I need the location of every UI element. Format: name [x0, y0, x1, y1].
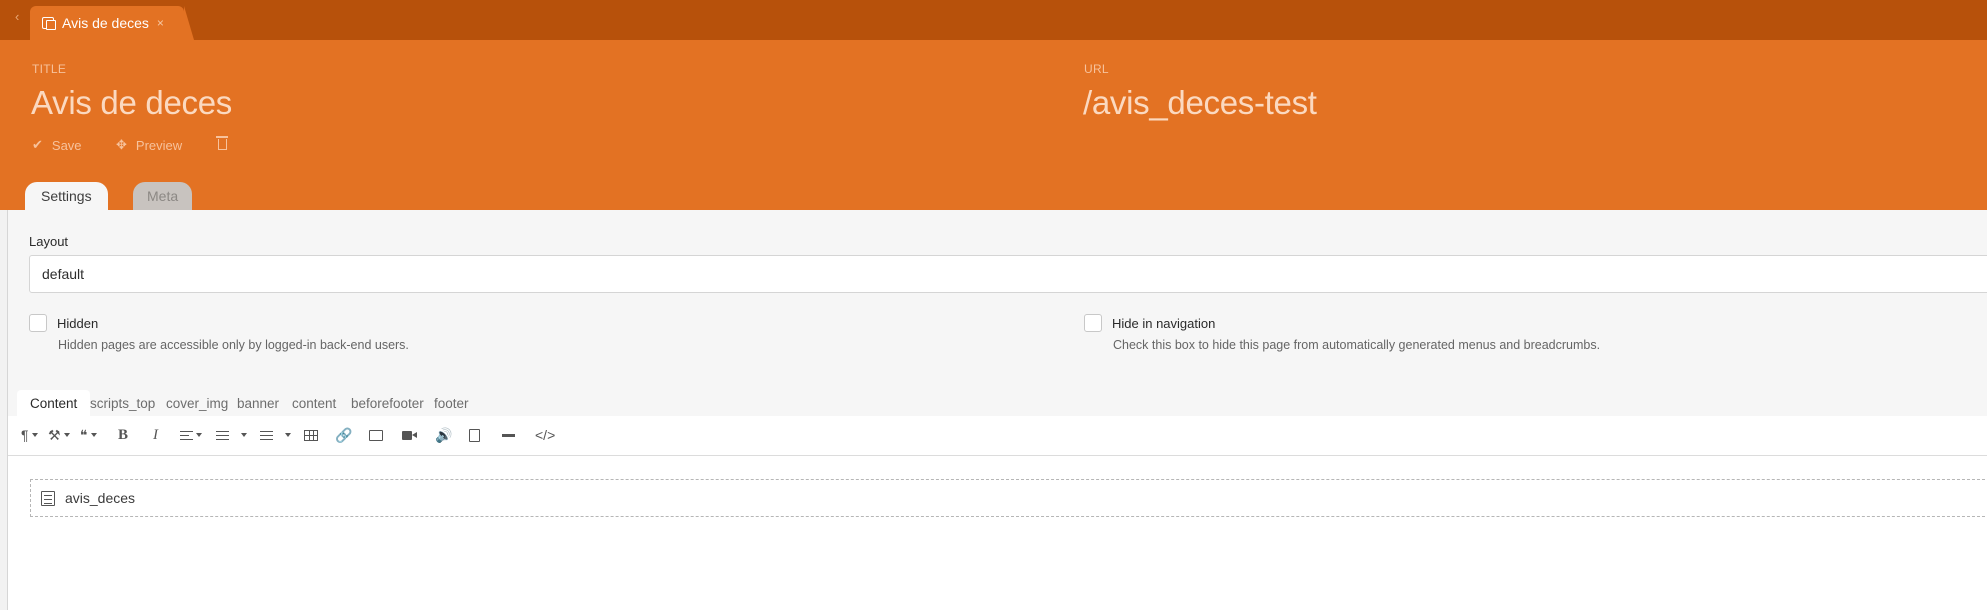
- snippet-block[interactable]: avis_deces: [30, 479, 1987, 517]
- preview-label: Preview: [135, 137, 183, 153]
- snippet-icon: [41, 490, 55, 506]
- ordered-list-icon[interactable]: [216, 426, 247, 444]
- document-tab[interactable]: Avis de deces ×: [30, 6, 194, 40]
- content-tab-content-2[interactable]: content: [292, 390, 336, 416]
- layout-select[interactable]: default: [29, 255, 1987, 293]
- content-editor[interactable]: avis_deces: [8, 457, 1987, 610]
- preview-button[interactable]: ✥ Preview: [116, 137, 182, 153]
- url-label: URL: [1084, 62, 1109, 76]
- hidden-label[interactable]: Hidden: [57, 316, 98, 331]
- magic-wand-icon[interactable]: ⚒: [48, 426, 70, 444]
- back-arrow-icon[interactable]: ‹: [15, 10, 19, 24]
- horizontal-rule-icon[interactable]: [502, 426, 515, 444]
- close-icon[interactable]: ×: [157, 16, 164, 30]
- align-icon[interactable]: [180, 426, 202, 444]
- content-tab-footer[interactable]: footer: [434, 390, 469, 416]
- title-input[interactable]: Avis de deces: [31, 84, 232, 122]
- tab-meta[interactable]: Meta: [133, 182, 193, 210]
- hidden-help-text: Hidden pages are accessible only by logg…: [58, 338, 409, 352]
- left-sidebar-edge: [0, 0, 8, 610]
- paragraph-format-icon[interactable]: ¶: [21, 426, 38, 444]
- code-view-icon[interactable]: </>: [535, 426, 555, 444]
- layout-label: Layout: [29, 234, 69, 249]
- content-tab-scripts-top[interactable]: scripts_top: [90, 390, 155, 416]
- pages-icon: [42, 17, 56, 30]
- video-icon[interactable]: [402, 426, 417, 444]
- editor-toolbar: ¶ ⚒ ❝ B I 🔗 🔊 </>: [8, 416, 1987, 456]
- unordered-list-icon[interactable]: [260, 426, 291, 444]
- hidden-checkbox[interactable]: [29, 314, 47, 332]
- hide-in-navigation-label[interactable]: Hide in navigation: [1112, 316, 1215, 331]
- delete-button[interactable]: [216, 136, 228, 150]
- save-label: Save: [51, 137, 82, 153]
- document-tab-title: Avis de deces: [62, 15, 149, 31]
- content-tab-banner[interactable]: banner: [237, 390, 279, 416]
- hide-in-navigation-help-text: Check this box to hide this page from au…: [1113, 338, 1601, 352]
- snippet-name: avis_deces: [65, 490, 136, 506]
- quote-icon[interactable]: ❝: [80, 426, 97, 444]
- image-icon[interactable]: [369, 426, 383, 444]
- crosshair-icon: ✥: [116, 137, 127, 152]
- document-tab-bar: ‹ Avis de deces ×: [0, 0, 1987, 40]
- check-icon: ✔: [32, 137, 43, 152]
- settings-panel: Layout default Hidden Hidden pages are a…: [8, 210, 1987, 416]
- save-button[interactable]: ✔ Save: [32, 137, 82, 153]
- hide-in-navigation-checkbox[interactable]: [1084, 314, 1102, 332]
- audio-icon[interactable]: 🔊: [435, 426, 452, 444]
- title-label: TITLE: [32, 62, 67, 76]
- link-icon[interactable]: 🔗: [335, 426, 352, 444]
- content-tab-cover-img[interactable]: cover_img: [166, 390, 228, 416]
- tab-settings[interactable]: Settings: [25, 182, 108, 210]
- content-tab-beforefooter[interactable]: beforefooter: [351, 390, 424, 416]
- file-icon[interactable]: [469, 426, 480, 444]
- url-input[interactable]: /avis_deces-test: [1083, 84, 1317, 122]
- italic-icon[interactable]: I: [153, 426, 158, 444]
- trash-icon: [216, 136, 228, 150]
- bold-icon[interactable]: B: [118, 426, 128, 444]
- content-tab-content[interactable]: Content: [17, 390, 91, 416]
- page-header: TITLE Avis de deces URL /avis_deces-test…: [8, 40, 1987, 210]
- table-icon[interactable]: [304, 426, 318, 444]
